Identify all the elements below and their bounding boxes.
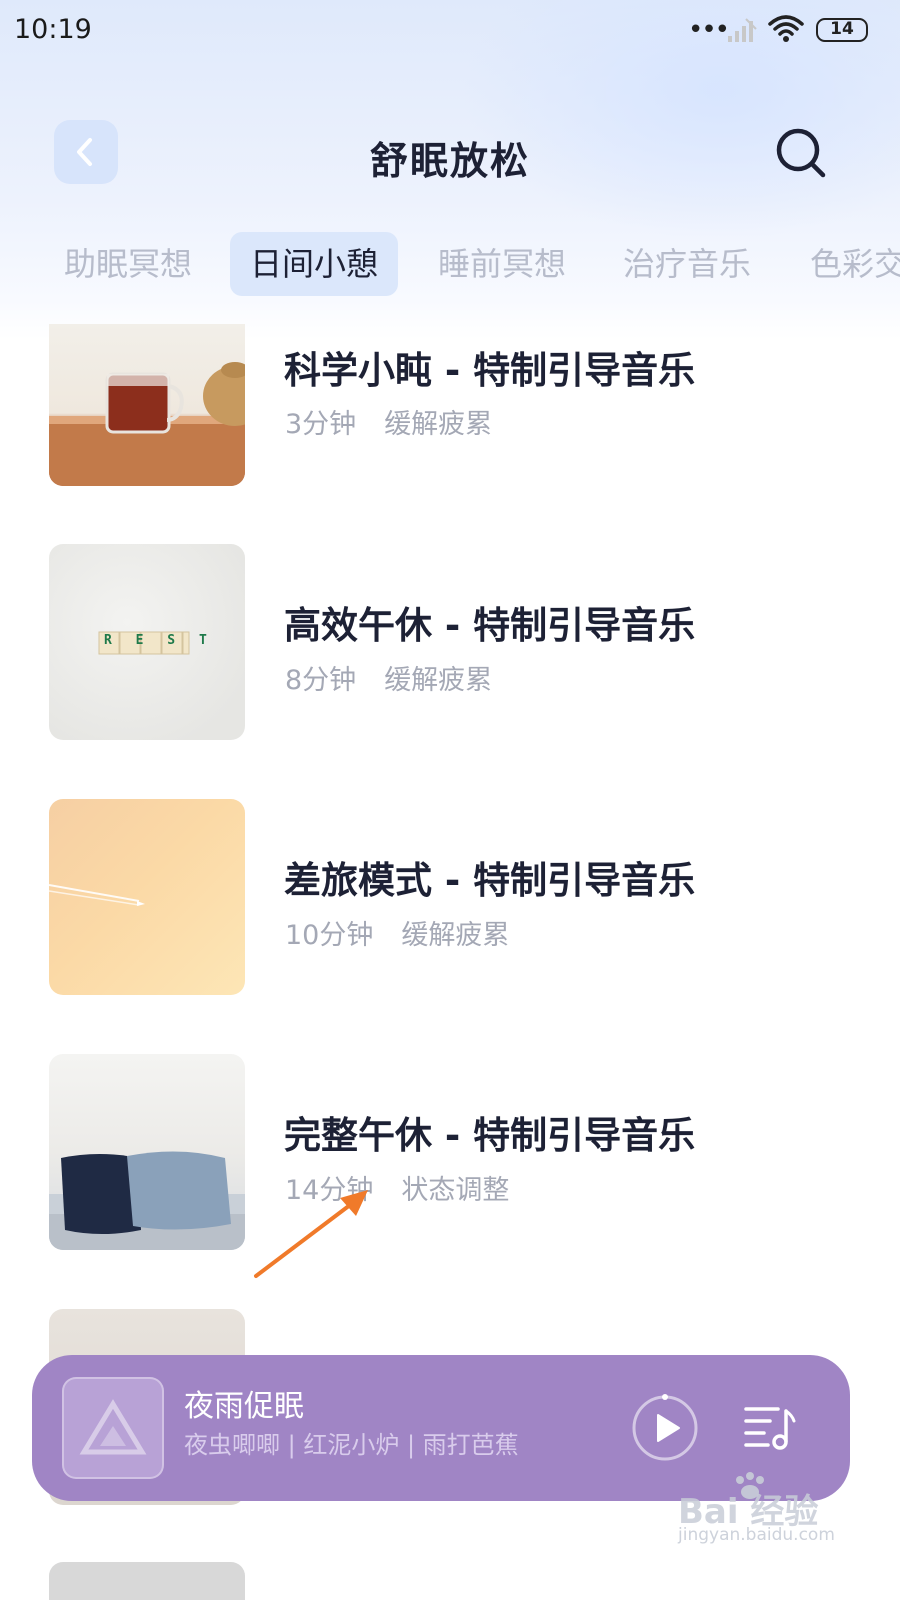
tile-letters: R E S T — [104, 633, 215, 648]
playlist-icon — [744, 1407, 796, 1450]
item-title: 科学小盹 - 特制引导音乐 — [284, 349, 696, 392]
item-title: 完整午休 - 特制引导音乐 — [284, 1114, 696, 1157]
watermark-url: jingyan.baidu.com — [678, 1525, 835, 1545]
player-subtitle: 夜虫唧唧 | 红泥小炉 | 雨打芭蕉 — [184, 1431, 519, 1459]
item-duration: 10分钟 — [285, 920, 374, 951]
annotation-arrow-icon — [254, 1190, 368, 1278]
item-title: 差旅模式 - 特制引导音乐 — [284, 859, 696, 902]
item-meta: 8分钟 缓解疲累 — [285, 658, 492, 697]
thumbnail-next — [49, 1562, 245, 1600]
item-duration: 8分钟 — [285, 665, 357, 696]
list-item[interactable]: R E S T 高效午休 - 特制引导音乐 8分钟 缓解疲累 — [0, 544, 900, 740]
triangle-logo-icon — [79, 1399, 147, 1455]
item-meta: 3分钟 缓解疲累 — [285, 402, 492, 441]
thumbnail-tea — [49, 324, 245, 486]
thumbnail-sofa — [49, 1054, 245, 1250]
item-title: 高效午休 - 特制引导音乐 — [284, 604, 696, 647]
plane-trail-image — [49, 884, 145, 906]
item-tag: 缓解疲累 — [401, 920, 510, 951]
thumbnail-rest: R E S T — [49, 544, 245, 740]
play-icon — [632, 1394, 698, 1461]
item-duration: 3分钟 — [285, 409, 357, 440]
item-tag: 状态调整 — [401, 1175, 510, 1206]
item-meta: 10分钟 缓解疲累 — [285, 913, 509, 952]
play-button[interactable] — [630, 1393, 700, 1463]
item-tag: 缓解疲累 — [384, 409, 493, 440]
player-cover[interactable] — [62, 1377, 164, 1479]
screen: 10:19 ••• 14 舒眠放松 助眠冥想 日间小憩 睡前冥想 治疗音乐 色彩… — [0, 0, 900, 1600]
watermark: Bai 经验 jingyan.baidu.com — [660, 1470, 860, 1550]
list-item[interactable] — [0, 1562, 900, 1600]
thumbnail-plane — [49, 799, 245, 995]
list-item[interactable]: 完整午休 - 特制引导音乐 14分钟 状态调整 — [0, 1054, 900, 1250]
tea-cup-image — [49, 362, 245, 486]
player-title: 夜雨促眠 — [184, 1389, 304, 1424]
sofa-image — [49, 1151, 245, 1250]
item-tag: 缓解疲累 — [384, 665, 493, 696]
list-item[interactable]: 科学小盹 - 特制引导音乐 3分钟 缓解疲累 — [0, 320, 900, 486]
playlist-button[interactable] — [740, 1401, 796, 1451]
list-item[interactable]: 差旅模式 - 特制引导音乐 10分钟 缓解疲累 — [0, 799, 900, 995]
